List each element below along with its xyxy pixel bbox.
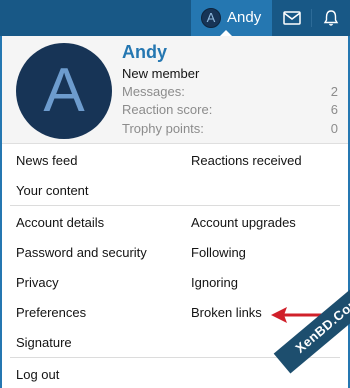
menu-link-signature[interactable]: Signature <box>16 335 72 350</box>
top-nav-bar: A Andy <box>0 0 350 36</box>
menu-link-broken-links[interactable]: Broken links <box>191 305 262 320</box>
menu-link-preferences[interactable]: Preferences <box>16 305 86 320</box>
menu-link-privacy[interactable]: Privacy <box>16 275 59 290</box>
nav-avatar: A <box>201 8 221 28</box>
user-title: New member <box>122 66 200 81</box>
menu-link-your-content[interactable]: Your content <box>16 183 89 198</box>
stat-label: Messages: <box>122 84 185 99</box>
menu-link-password-security[interactable]: Password and security <box>16 245 147 260</box>
menu-link-ignoring[interactable]: Ignoring <box>191 275 238 290</box>
profile-avatar[interactable]: A <box>16 43 112 139</box>
bell-icon <box>323 10 338 26</box>
inbox-button[interactable] <box>272 0 311 36</box>
stat-label: Reaction score: <box>122 102 213 117</box>
menu-link-news-feed[interactable]: News feed <box>16 153 77 168</box>
stat-value: 0 <box>330 121 338 136</box>
menu-link-account-details[interactable]: Account details <box>16 215 104 230</box>
nav-user-name: Andy <box>227 9 262 26</box>
stat-value: 6 <box>330 102 338 117</box>
envelope-icon <box>282 11 301 25</box>
profile-username-link[interactable]: Andy <box>122 42 167 63</box>
menu-link-account-upgrades[interactable]: Account upgrades <box>191 215 296 230</box>
account-summary: A Andy New member Messages: 2 Reaction s… <box>2 36 348 144</box>
menu-link-log-out[interactable]: Log out <box>16 367 59 382</box>
stat-label: Trophy points: <box>122 121 204 136</box>
menu-link-reactions-received[interactable]: Reactions received <box>191 153 302 168</box>
menu-link-following[interactable]: Following <box>191 245 246 260</box>
menu-divider <box>10 205 340 206</box>
alerts-button[interactable] <box>311 0 350 36</box>
stat-value: 2 <box>330 84 338 99</box>
